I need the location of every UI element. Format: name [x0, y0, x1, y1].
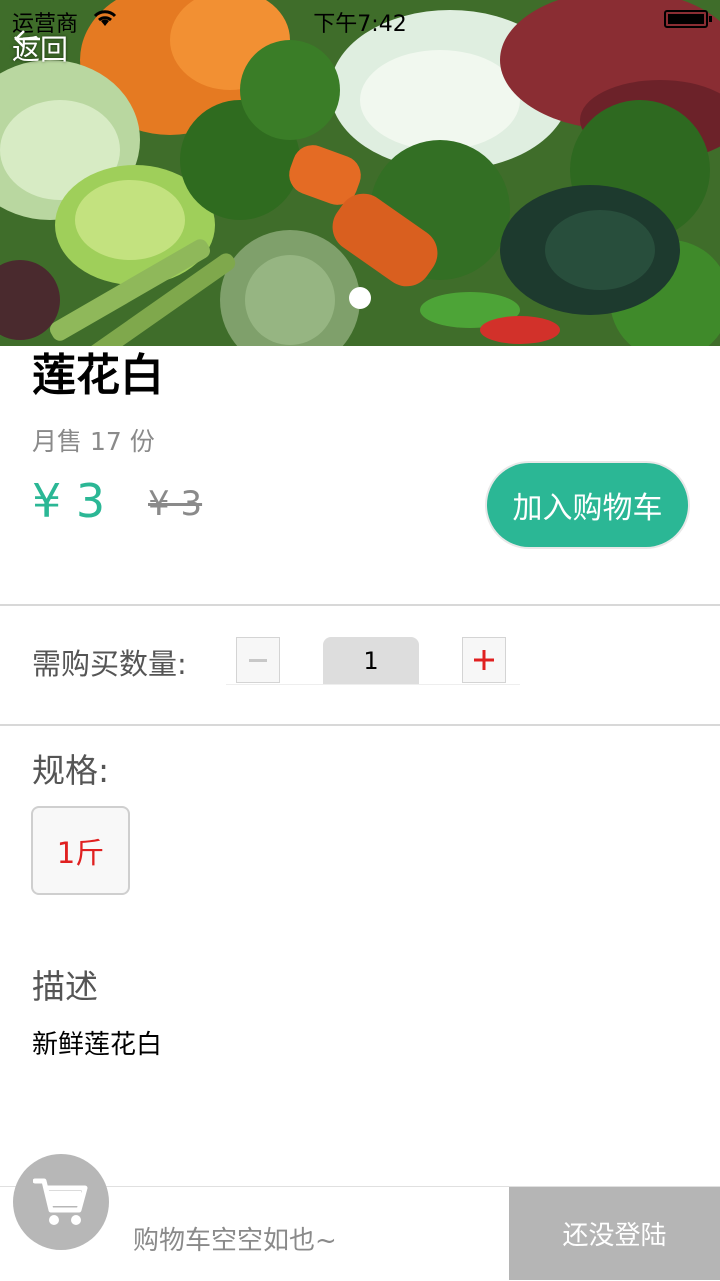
monthly-sales: 月售 17 份: [32, 427, 155, 456]
description-label: 描述: [32, 967, 98, 1006]
battery-icon: [664, 10, 712, 28]
spec-option-1jin[interactable]: 1斤: [31, 806, 130, 895]
carousel-page-indicator: [349, 287, 371, 309]
original-price: ¥ 3: [148, 484, 203, 524]
clock: 下午7:42: [313, 12, 407, 37]
quantity-stepper: 1: [226, 636, 520, 686]
plus-icon: [474, 650, 494, 670]
product-image-carousel[interactable]: 运营商 下午7:42 返回: [0, 0, 720, 346]
quantity-input[interactable]: 1: [323, 637, 419, 685]
stepper-underline: [226, 684, 520, 685]
product-name: 莲花白: [32, 350, 164, 401]
decrease-quantity-button[interactable]: [236, 637, 280, 683]
description-text: 新鲜莲花白: [32, 1030, 163, 1060]
quantity-label: 需购买数量:: [32, 647, 187, 681]
add-to-cart-button[interactable]: 加入购物车: [487, 463, 688, 547]
login-button[interactable]: 还没登陆: [509, 1187, 720, 1280]
cart-button[interactable]: [13, 1154, 109, 1250]
back-arrow-icon: [14, 30, 40, 48]
shopping-cart-icon: [33, 1178, 88, 1225]
spec-label: 规格:: [32, 751, 110, 790]
divider: [0, 604, 720, 606]
current-price: ¥ 3: [32, 474, 106, 528]
status-bar: 运营商 下午7:42: [0, 0, 720, 40]
divider: [0, 724, 720, 726]
cart-empty-text: 购物车空空如也~: [133, 1226, 337, 1256]
increase-quantity-button[interactable]: [462, 637, 506, 683]
back-button[interactable]: 返回: [12, 28, 68, 68]
minus-icon: [249, 659, 267, 662]
